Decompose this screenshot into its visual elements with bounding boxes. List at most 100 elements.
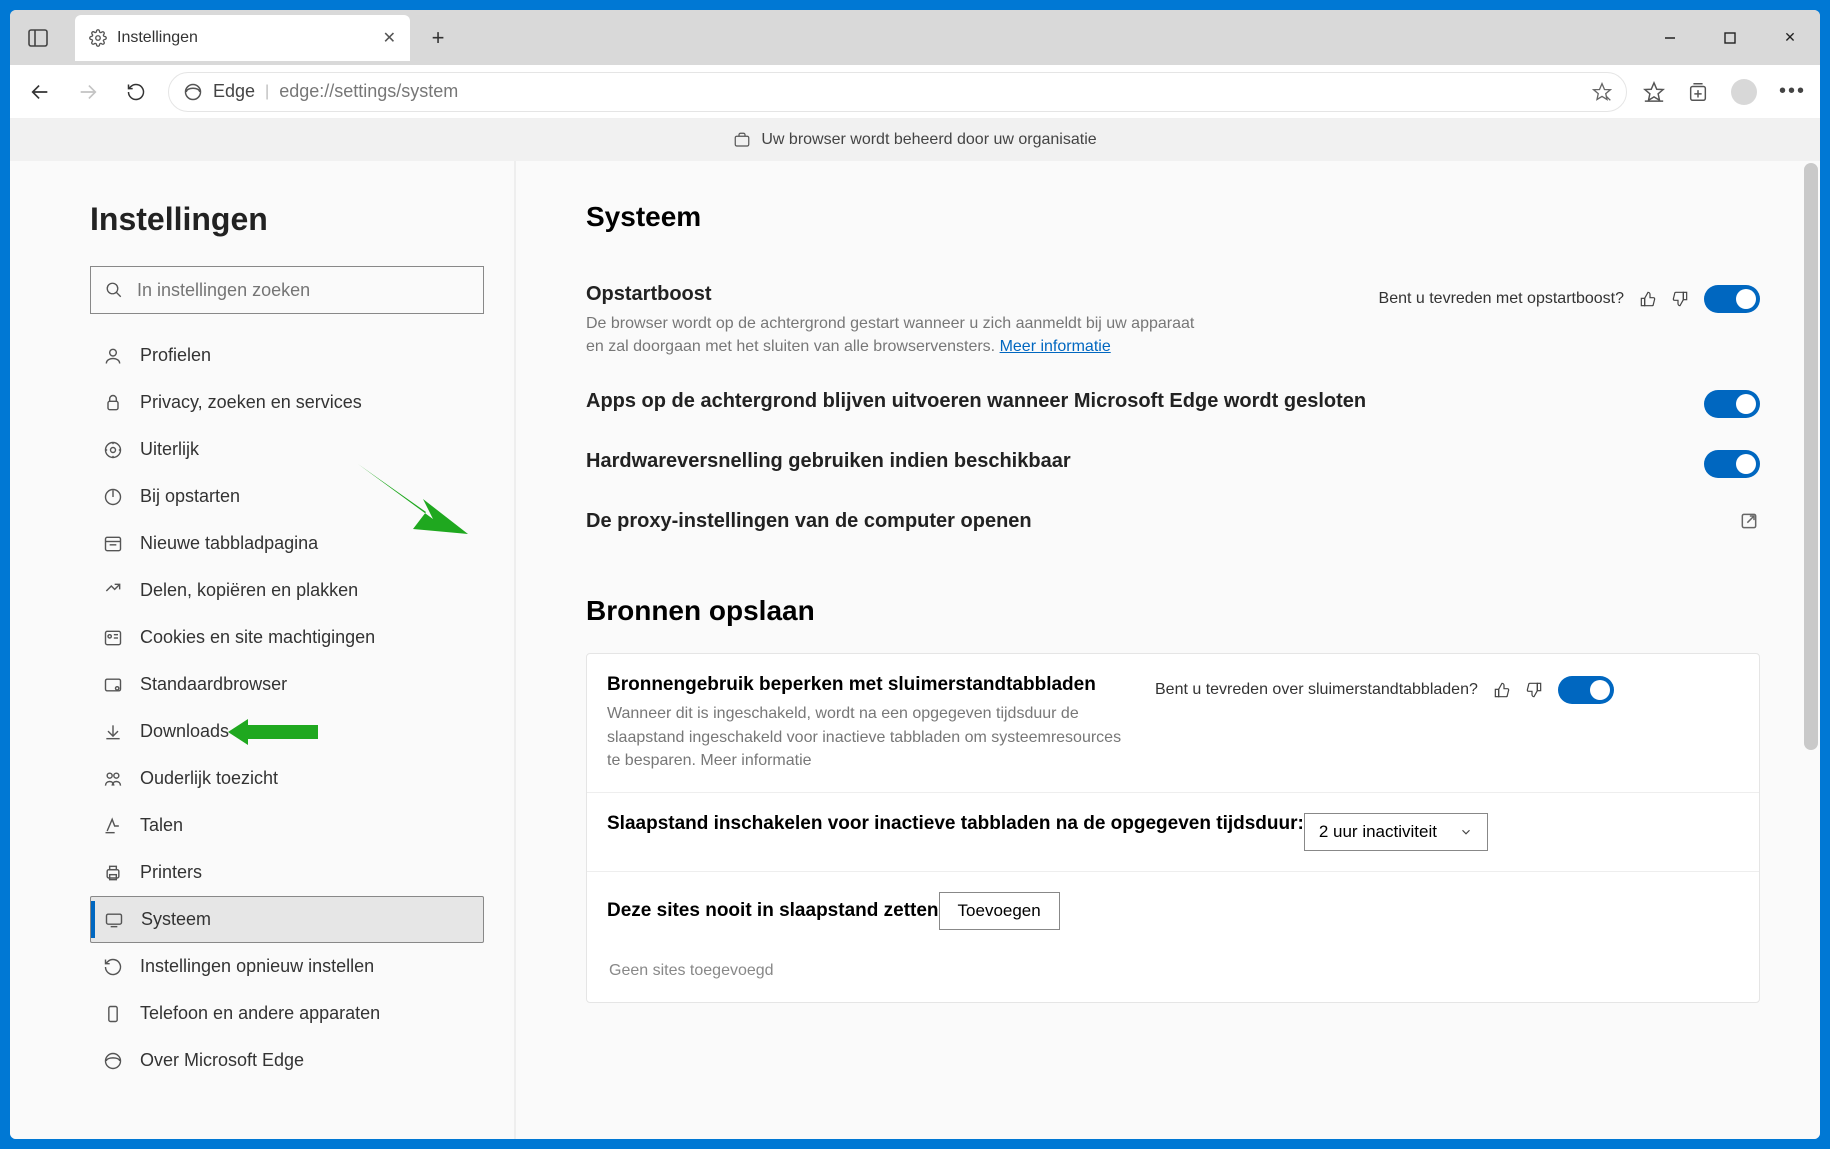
- sidebar-item-system[interactable]: Systeem: [90, 896, 484, 943]
- thumbs-up-icon[interactable]: [1494, 682, 1510, 698]
- sidebar-item-phone-devices[interactable]: Telefoon en andere apparaten: [90, 990, 484, 1037]
- vertical-tabs-button[interactable]: [10, 10, 65, 65]
- collections-icon[interactable]: [1687, 81, 1709, 103]
- org-managed-banner: Uw browser wordt beheerd door uw organis…: [10, 119, 1820, 161]
- startup-feedback-q: Bent u tevreden met opstartboost?: [1379, 290, 1624, 308]
- downloads-icon: [102, 721, 124, 743]
- sleeping-tabs-desc: Wanneer dit is ingeschakeld, wordt na ee…: [607, 702, 1137, 772]
- chevron-down-icon: [1459, 825, 1473, 839]
- browser-tab[interactable]: Instellingen ✕: [75, 15, 410, 61]
- about-edge-icon: [102, 1050, 124, 1072]
- sidebar-item-label: Systeem: [141, 909, 211, 930]
- back-button[interactable]: [24, 76, 56, 108]
- sleeping-tabs-link[interactable]: Meer informatie: [700, 752, 811, 769]
- default-browser-icon: [102, 674, 124, 696]
- background-apps-title: Apps op de achtergrond blijven uitvoeren…: [586, 390, 1704, 413]
- sidebar-item-languages[interactable]: Talen: [90, 802, 484, 849]
- sidebar-item-downloads[interactable]: Downloads: [90, 708, 484, 755]
- background-apps-toggle[interactable]: [1704, 390, 1760, 418]
- system-heading: Systeem: [586, 201, 1760, 233]
- address-bar[interactable]: Edge | edge://settings/system: [168, 72, 1627, 112]
- url-protocol: Edge: [213, 81, 255, 102]
- reset-settings-icon: [102, 956, 124, 978]
- sleeping-tabs-toggle[interactable]: [1558, 676, 1614, 704]
- sleep-timeout-select[interactable]: 2 uur inactiviteit: [1304, 813, 1488, 851]
- external-link-icon: [1738, 510, 1760, 532]
- save-resources-heading: Bronnen opslaan: [586, 595, 1760, 627]
- add-site-button[interactable]: Toevoegen: [939, 892, 1060, 930]
- tab-title: Instellingen: [117, 29, 198, 47]
- sidebar-item-cookies[interactable]: Cookies en site machtigingen: [90, 614, 484, 661]
- scrollbar[interactable]: [1804, 163, 1818, 750]
- sidebar-item-about-edge[interactable]: Over Microsoft Edge: [90, 1037, 484, 1084]
- sleeping-feedback-q: Bent u tevreden over sluimerstandtabblad…: [1155, 681, 1478, 699]
- languages-icon: [102, 815, 124, 837]
- appearance-icon: [102, 439, 124, 461]
- close-tab-icon[interactable]: ✕: [383, 28, 396, 48]
- sidebar-item-on-startup[interactable]: Bij opstarten: [90, 473, 484, 520]
- startup-boost-desc: De browser wordt op de achtergrond gesta…: [586, 312, 1206, 358]
- sidebar-item-label: Privacy, zoeken en services: [140, 392, 362, 413]
- menu-dots-icon[interactable]: •••: [1779, 80, 1806, 103]
- new-tab-page-icon: [102, 533, 124, 555]
- system-icon: [103, 909, 125, 931]
- sidebar-item-share-copy-paste[interactable]: Delen, kopiëren en plakken: [90, 567, 484, 614]
- sidebar-item-label: Uiterlijk: [140, 439, 199, 460]
- proxy-settings-title: De proxy-instellingen van de computer op…: [586, 510, 1738, 533]
- sleep-timeout-title: Slaapstand inschakelen voor inactieve ta…: [607, 813, 1304, 835]
- phone-devices-icon: [102, 1003, 124, 1025]
- sidebar-item-label: Instellingen opnieuw instellen: [140, 956, 374, 977]
- profile-avatar[interactable]: [1731, 79, 1757, 105]
- sidebar-item-label: Ouderlijk toezicht: [140, 768, 278, 789]
- family-icon: [102, 768, 124, 790]
- proxy-settings-row[interactable]: De proxy-instellingen van de computer op…: [586, 500, 1760, 555]
- forward-button[interactable]: [72, 76, 104, 108]
- never-sleep-title: Deze sites nooit in slaapstand zetten: [607, 900, 939, 922]
- briefcase-icon: [733, 131, 751, 149]
- profiles-icon: [102, 345, 124, 367]
- sleep-timeout-value: 2 uur inactiviteit: [1319, 822, 1437, 842]
- favorite-star-icon[interactable]: [1592, 82, 1612, 102]
- hardware-accel-row: Hardwareversnelling gebruiken indien bes…: [586, 440, 1760, 500]
- window-maximize[interactable]: [1700, 10, 1760, 65]
- sidebar-item-reset-settings[interactable]: Instellingen opnieuw instellen: [90, 943, 484, 990]
- thumbs-up-icon[interactable]: [1640, 291, 1656, 307]
- sidebar-item-label: Talen: [140, 815, 183, 836]
- sidebar-item-label: Nieuwe tabbladpagina: [140, 533, 318, 554]
- sidebar-item-label: Cookies en site machtigingen: [140, 627, 375, 648]
- sidebar-item-label: Telefoon en andere apparaten: [140, 1003, 380, 1024]
- window-minimize[interactable]: [1640, 10, 1700, 65]
- cookies-icon: [102, 627, 124, 649]
- window-close[interactable]: ✕: [1760, 10, 1820, 65]
- sidebar-item-label: Over Microsoft Edge: [140, 1050, 304, 1071]
- toolbar: Edge | edge://settings/system •••: [10, 65, 1820, 119]
- sidebar-item-printers[interactable]: Printers: [90, 849, 484, 896]
- new-tab-button[interactable]: +: [418, 18, 458, 58]
- thumbs-down-icon[interactable]: [1526, 682, 1542, 698]
- settings-search-input[interactable]: [137, 280, 469, 301]
- titlebar: Instellingen ✕ + ✕: [10, 10, 1820, 65]
- hardware-accel-toggle[interactable]: [1704, 450, 1760, 478]
- edge-logo-icon: [183, 82, 203, 102]
- sidebar-item-label: Printers: [140, 862, 202, 883]
- sleeping-tabs-card: Bronnengebruik beperken met sluimerstand…: [586, 653, 1760, 1003]
- thumbs-down-icon[interactable]: [1672, 291, 1688, 307]
- sidebar-item-appearance[interactable]: Uiterlijk: [90, 426, 484, 473]
- startup-boost-link[interactable]: Meer informatie: [1000, 338, 1111, 355]
- sidebar-item-label: Delen, kopiëren en plakken: [140, 580, 358, 601]
- hardware-accel-title: Hardwareversnelling gebruiken indien bes…: [586, 450, 1704, 473]
- sidebar-item-profiles[interactable]: Profielen: [90, 332, 484, 379]
- sidebar-item-default-browser[interactable]: Standaardbrowser: [90, 661, 484, 708]
- startup-boost-toggle[interactable]: [1704, 285, 1760, 313]
- settings-search[interactable]: [90, 266, 484, 314]
- sidebar-item-privacy[interactable]: Privacy, zoeken en services: [90, 379, 484, 426]
- settings-sidebar: Instellingen Profielen Privacy, zoeken en…: [10, 161, 516, 1139]
- printers-icon: [102, 862, 124, 884]
- reload-button[interactable]: [120, 76, 152, 108]
- settings-heading: Instellingen: [90, 201, 484, 238]
- gear-icon: [89, 29, 107, 47]
- favorites-icon[interactable]: [1643, 81, 1665, 103]
- background-apps-row: Apps op de achtergrond blijven uitvoeren…: [586, 380, 1760, 440]
- sidebar-item-new-tab-page[interactable]: Nieuwe tabbladpagina: [90, 520, 484, 567]
- sidebar-item-family[interactable]: Ouderlijk toezicht: [90, 755, 484, 802]
